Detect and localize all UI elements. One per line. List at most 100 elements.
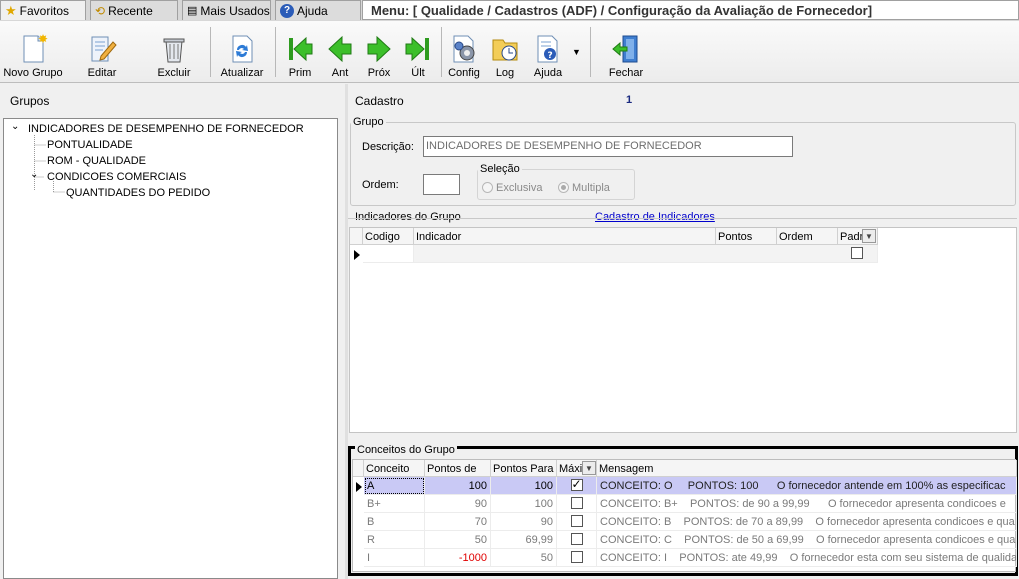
table-cell[interactable]: CONCEITO: I PONTOS: ate 49,99 O forneced… (597, 549, 1017, 567)
tree-node[interactable]: CONDICOES COMERCIAIS (47, 171, 186, 183)
next-record-button[interactable]: Próx (362, 25, 396, 79)
radio-multipla[interactable]: Multipla (558, 182, 610, 194)
table-cell[interactable]: 50 (491, 549, 557, 567)
fechar-button[interactable]: Fechar (604, 25, 648, 79)
groups-panel: Grupos ⌄ INDICADORES DE DESEMPENHO DE FO… (0, 84, 345, 579)
tree-node[interactable]: INDICADORES DE DESEMPENHO DE FORNECEDOR (28, 123, 304, 135)
novo-grupo-button[interactable]: ✸ Novo Grupo (2, 25, 64, 79)
first-record-button[interactable]: Prim (283, 25, 317, 79)
table-cell[interactable]: 70 (425, 513, 491, 531)
tree-node[interactable]: ROM - QUALIDADE (47, 155, 146, 167)
record-number: 1 (626, 94, 633, 106)
toolbar: ✸ Novo Grupo Editar Excluir Atualizar Pr… (0, 21, 1019, 83)
maximo-checkbox[interactable] (557, 477, 597, 495)
config-icon (453, 35, 475, 63)
cadastro-panel: Cadastro 1 Grupo Descrição: INDICADORES … (348, 84, 1019, 579)
column-header[interactable]: Conceito (364, 460, 425, 477)
ordem-label: Ordem: (362, 179, 399, 191)
most-used-icon: ▤ (187, 5, 198, 17)
table-cell[interactable] (363, 245, 414, 263)
column-header[interactable]: Pontos Para (491, 460, 557, 477)
table-cell[interactable]: R (364, 531, 425, 549)
radio-exclusiva[interactable]: Exclusiva (482, 182, 542, 194)
table-cell[interactable]: CONCEITO: O PONTOS: 100 O fornecedor ant… (597, 477, 1017, 495)
padrao-checkbox[interactable] (851, 247, 863, 263)
tab-mais-usados[interactable]: ▤ Mais Usados (182, 0, 271, 20)
maximo-checkbox[interactable] (557, 513, 597, 531)
descricao-field[interactable]: INDICADORES DE DESEMPENHO DE FORNECEDOR (423, 136, 793, 157)
column-filter-icon[interactable]: ▼ (862, 229, 876, 243)
column-header[interactable]: Pontos (716, 228, 777, 245)
log-button[interactable]: Log (488, 25, 522, 79)
indicadores-grid[interactable]: Codigo Indicador Pontos Ordem Padr ▼ (349, 227, 1017, 433)
maximo-checkbox[interactable] (557, 531, 597, 549)
column-header[interactable]: Codigo (363, 228, 414, 245)
config-button[interactable]: Config (446, 25, 482, 79)
column-header[interactable]: Indicador (414, 228, 716, 245)
svg-text:?: ? (548, 51, 553, 61)
table-cell[interactable]: B+ (364, 495, 425, 513)
ordem-field[interactable] (423, 174, 460, 195)
next-arrow-icon (367, 35, 391, 63)
maximo-checkbox[interactable] (557, 549, 597, 567)
tree-node[interactable]: QUANTIDADES DO PEDIDO (66, 187, 210, 199)
tab-ajuda[interactable]: ? Ajuda (275, 0, 361, 20)
tree-node[interactable]: PONTUALIDADE (47, 139, 133, 151)
grupo-legend: Grupo (353, 116, 384, 128)
table-cell[interactable]: -1000 (425, 549, 491, 567)
excluir-button[interactable]: Excluir (154, 25, 194, 79)
menu-path-breadcrumb: Menu: [ Qualidade / Cadastros (ADF) / Co… (362, 0, 1019, 20)
radio-off-icon (482, 182, 493, 193)
column-filter-icon[interactable]: ▼ (582, 461, 596, 475)
column-header[interactable]: Ordem (777, 228, 838, 245)
trash-icon (163, 38, 185, 63)
table-cell[interactable]: 100 (491, 477, 557, 495)
tab-favoritos[interactable]: ★ Favoritos (0, 0, 86, 20)
collapse-chevron-icon[interactable]: ⌄ (30, 169, 38, 180)
edit-icon (91, 36, 117, 62)
last-record-button[interactable]: Últ (401, 25, 435, 79)
ajuda-toolbar-button[interactable]: ? Ajuda (530, 25, 566, 79)
cadastro-indicadores-link[interactable]: Cadastro de Indicadores (595, 211, 715, 223)
help-icon: ? (280, 3, 294, 18)
current-row-indicator-icon (354, 250, 360, 260)
descricao-label: Descrição: (362, 141, 414, 153)
exit-door-icon (612, 35, 638, 63)
collapse-chevron-icon[interactable]: ⌄ (11, 121, 19, 132)
table-cell[interactable]: A (364, 477, 425, 495)
table-cell[interactable]: B (364, 513, 425, 531)
conceitos-legend: Conceitos do Grupo (355, 444, 457, 456)
refresh-icon (232, 35, 253, 63)
tab-recente[interactable]: ⟲ Recente (90, 0, 178, 20)
table-cell[interactable]: 69,99 (491, 531, 557, 549)
table-cell[interactable]: 90 (491, 513, 557, 531)
first-arrow-icon (289, 36, 313, 62)
column-header[interactable]: Mensagem (597, 460, 1017, 477)
table-cell[interactable]: I (364, 549, 425, 567)
radio-on-icon (558, 182, 569, 193)
svg-text:✸: ✸ (38, 32, 48, 46)
current-row-indicator-icon (356, 482, 362, 492)
indicadores-legend: Indicadores do Grupo (355, 211, 461, 223)
table-cell[interactable]: CONCEITO: B PONTOS: de 70 a 89,99 O forn… (597, 513, 1017, 531)
log-icon (492, 39, 518, 61)
groups-tree[interactable]: ⌄ INDICADORES DE DESEMPENHO DE FORNECEDO… (3, 118, 338, 579)
table-cell[interactable]: 100 (425, 477, 491, 495)
table-cell[interactable]: 90 (425, 495, 491, 513)
conceitos-grid[interactable]: Conceito Pontos de Pontos Para Máxi ▼ Me… (352, 459, 1017, 572)
star-icon: ★ (5, 2, 17, 18)
checkmark-icon (570, 477, 583, 491)
last-arrow-icon (405, 36, 429, 62)
table-cell[interactable]: CONCEITO: B+ PONTOS: de 90 a 99,99 O for… (597, 495, 1017, 513)
column-header[interactable]: Pontos de (425, 460, 491, 477)
editar-button[interactable]: Editar (82, 25, 122, 79)
table-cell[interactable] (414, 245, 878, 263)
chevron-down-icon[interactable]: ▼ (572, 47, 581, 57)
table-cell[interactable]: 50 (425, 531, 491, 549)
help-document-icon: ? (537, 35, 558, 63)
table-cell[interactable]: 100 (491, 495, 557, 513)
previous-record-button[interactable]: Ant (323, 25, 357, 79)
atualizar-button[interactable]: Atualizar (218, 25, 266, 79)
maximo-checkbox[interactable] (557, 495, 597, 513)
table-cell[interactable]: CONCEITO: C PONTOS: de 50 a 69,99 O forn… (597, 531, 1017, 549)
